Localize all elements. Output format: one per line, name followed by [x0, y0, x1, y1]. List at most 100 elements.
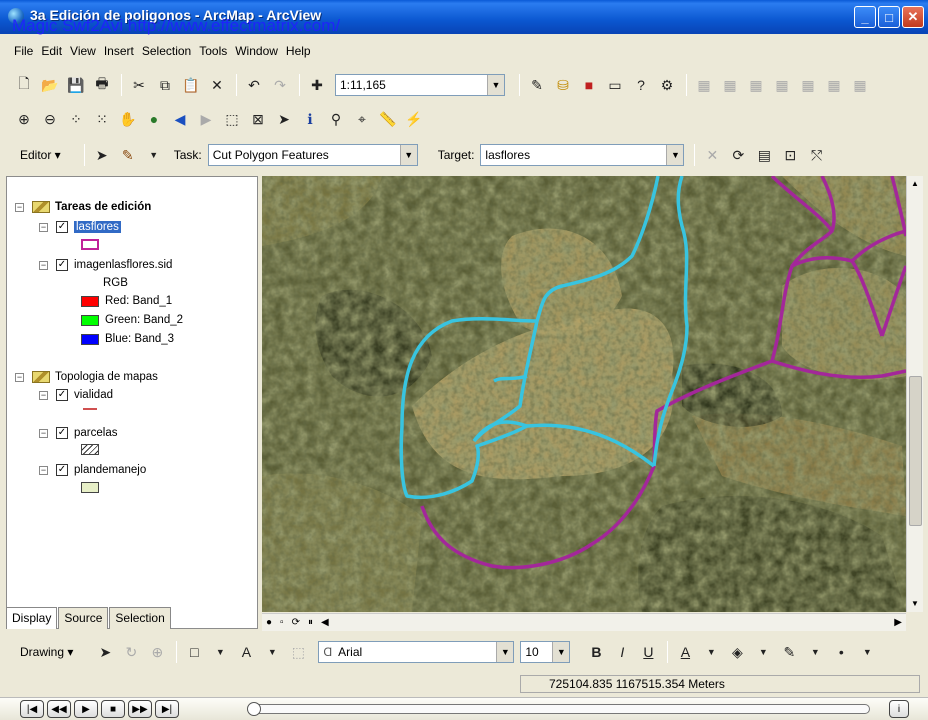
zoom-in-icon[interactable]: ⊕	[12, 107, 36, 131]
target-combo[interactable]: lasflores ▼	[480, 144, 685, 166]
disabled-tool-icon-5[interactable]: ▦	[796, 73, 820, 97]
toc-layer-imagen[interactable]: − ✓ imagenlasflores.sid	[39, 259, 172, 271]
close-button[interactable]: ✕	[902, 6, 924, 28]
drawing-menu-button[interactable]: Drawing ▾	[20, 645, 73, 659]
disabled-tool-icon-4[interactable]: ▦	[770, 73, 794, 97]
attributes-icon[interactable]: ▤	[752, 143, 776, 167]
maximize-button[interactable]: □	[878, 6, 900, 28]
map-scale-combo[interactable]: 1:11,165 ▼	[335, 74, 505, 96]
forward-arrow-icon[interactable]: ▶	[194, 107, 218, 131]
refresh-icon[interactable]: ⟳	[292, 617, 300, 628]
toc-layer-plandemanejo[interactable]: − ✓ plandemanejo	[39, 464, 146, 476]
fixed-zoom-out-icon[interactable]: ⁙	[90, 107, 114, 131]
chevron-down-icon[interactable]: ▼	[260, 640, 284, 664]
split-tool-icon[interactable]: ✕	[700, 143, 724, 167]
seek-knob[interactable]	[247, 702, 261, 716]
zoom-out-icon[interactable]: ⊖	[38, 107, 62, 131]
chevron-down-icon[interactable]: ▼	[699, 640, 723, 664]
print-icon[interactable]: 🖶	[90, 73, 114, 97]
measure-icon[interactable]: 📏	[376, 107, 400, 131]
chevron-down-icon[interactable]: ▼	[142, 143, 166, 167]
toc-dataframe-editing[interactable]: − Tareas de edición	[15, 201, 151, 213]
arccatalog-icon[interactable]: ⛁	[551, 73, 575, 97]
disabled-tool-icon-2[interactable]: ▦	[718, 73, 742, 97]
hyperlink-lightning-icon[interactable]: ⚡	[402, 107, 426, 131]
go-to-xy-icon[interactable]: ⌖	[350, 107, 374, 131]
clear-selection-icon[interactable]: ⊠	[246, 107, 270, 131]
full-extent-globe-icon[interactable]: ●	[142, 107, 166, 131]
toc-dataframe-topologia[interactable]: − Topologia de mapas	[15, 371, 158, 383]
disabled-tool-icon-3[interactable]: ▦	[744, 73, 768, 97]
underline-button[interactable]: U	[636, 640, 660, 664]
chevron-down-icon[interactable]: ▼	[803, 640, 827, 664]
disabled-tool-icon-7[interactable]: ▦	[848, 73, 872, 97]
data-view-icon[interactable]: ●	[266, 617, 272, 628]
rotate-tool-icon[interactable]: ⟳	[726, 143, 750, 167]
chevron-down-icon[interactable]: ▼	[552, 642, 570, 662]
bold-button[interactable]: B	[584, 640, 608, 664]
delete-icon[interactable]: ✕	[205, 73, 229, 97]
seek-bar[interactable]	[247, 702, 870, 716]
stop-icon[interactable]: ■	[101, 700, 125, 718]
scroll-thumb[interactable]	[909, 376, 922, 526]
font-combo[interactable]: Ɑ Arial ▼	[318, 641, 515, 663]
layout-view-icon[interactable]: ▫	[280, 617, 284, 628]
chevron-down-icon[interactable]: ▼	[399, 145, 417, 165]
map-view[interactable]	[262, 176, 906, 612]
edit-vertices-icon[interactable]: ⬚	[286, 640, 310, 664]
cut-icon[interactable]: ✂	[127, 73, 151, 97]
tab-source[interactable]: Source	[58, 607, 109, 629]
menu-insert[interactable]: Insert	[104, 44, 134, 58]
chevron-down-icon[interactable]: ▼	[855, 640, 879, 664]
add-data-icon[interactable]: ✚	[305, 73, 329, 97]
toc-layer-vialidad[interactable]: − ✓ vialidad	[39, 389, 113, 401]
back-arrow-icon[interactable]: ◀	[168, 107, 192, 131]
copy-icon[interactable]: ⧉	[153, 73, 177, 97]
pause-drawing-icon[interactable]: ⏸	[308, 617, 313, 628]
undo-icon[interactable]: ↶	[242, 73, 266, 97]
marker-color-icon[interactable]: •	[829, 640, 853, 664]
skip-end-icon[interactable]: ▶|	[155, 700, 179, 718]
redo-icon[interactable]: ↷	[268, 73, 292, 97]
topology-edit-icon[interactable]: ⤲	[804, 143, 828, 167]
play-icon[interactable]: ▶	[74, 700, 98, 718]
editor-menu-button[interactable]: Editor ▾	[20, 148, 61, 162]
chevron-down-icon[interactable]: ▼	[487, 75, 504, 95]
sketch-properties-icon[interactable]: ⊡	[778, 143, 802, 167]
new-document-icon[interactable]: 🗋	[12, 73, 36, 97]
menu-edit[interactable]: Edit	[41, 44, 62, 58]
task-combo[interactable]: Cut Polygon Features ▼	[207, 144, 418, 166]
scroll-down-arrow-icon[interactable]: ▼	[907, 596, 923, 612]
layer-checkbox[interactable]: ✓	[56, 389, 68, 401]
find-binoculars-icon[interactable]: ⚲	[324, 107, 348, 131]
command-line-icon[interactable]: ▭	[603, 73, 627, 97]
font-size-combo[interactable]: 10 ▼	[520, 641, 571, 663]
chevron-down-icon[interactable]: ▼	[751, 640, 775, 664]
layer-checkbox[interactable]: ✓	[56, 259, 68, 271]
polygon-symbol-swatch[interactable]	[81, 239, 99, 250]
skip-start-icon[interactable]: |◀	[20, 700, 44, 718]
sketch-pencil-icon[interactable]: ✎	[116, 143, 140, 167]
select-elements-icon[interactable]: ➤	[272, 107, 296, 131]
disabled-tool-icon-1[interactable]: ▦	[692, 73, 716, 97]
zoom-whole-page-icon[interactable]: ⊕	[145, 640, 169, 664]
fill-color-bucket-icon[interactable]: ◈	[725, 640, 749, 664]
arctoolbox-icon[interactable]: ■	[577, 73, 601, 97]
layer-checkbox[interactable]: ✓	[56, 464, 68, 476]
editor-toolbar-icon[interactable]: ✎	[525, 73, 549, 97]
tab-display[interactable]: Display	[6, 607, 58, 629]
rotate-element-icon[interactable]: ↻	[119, 640, 143, 664]
paste-icon[interactable]: 📋	[179, 73, 203, 97]
identify-icon[interactable]: ℹ	[298, 107, 322, 131]
rewind-icon[interactable]: ◀◀	[47, 700, 71, 718]
chevron-down-icon[interactable]: ▼	[208, 640, 232, 664]
info-icon[interactable]: i	[889, 700, 909, 718]
italic-button[interactable]: I	[610, 640, 634, 664]
fast-forward-icon[interactable]: ▶▶	[128, 700, 152, 718]
chevron-down-icon[interactable]: ▼	[496, 642, 514, 662]
open-folder-icon[interactable]: 📂	[38, 73, 62, 97]
pan-hand-icon[interactable]: ✋	[116, 107, 140, 131]
edit-tool-arrow-icon[interactable]: ➤	[90, 143, 114, 167]
chevron-down-icon[interactable]: ▼	[666, 145, 684, 165]
select-features-icon[interactable]: ⬚	[220, 107, 244, 131]
